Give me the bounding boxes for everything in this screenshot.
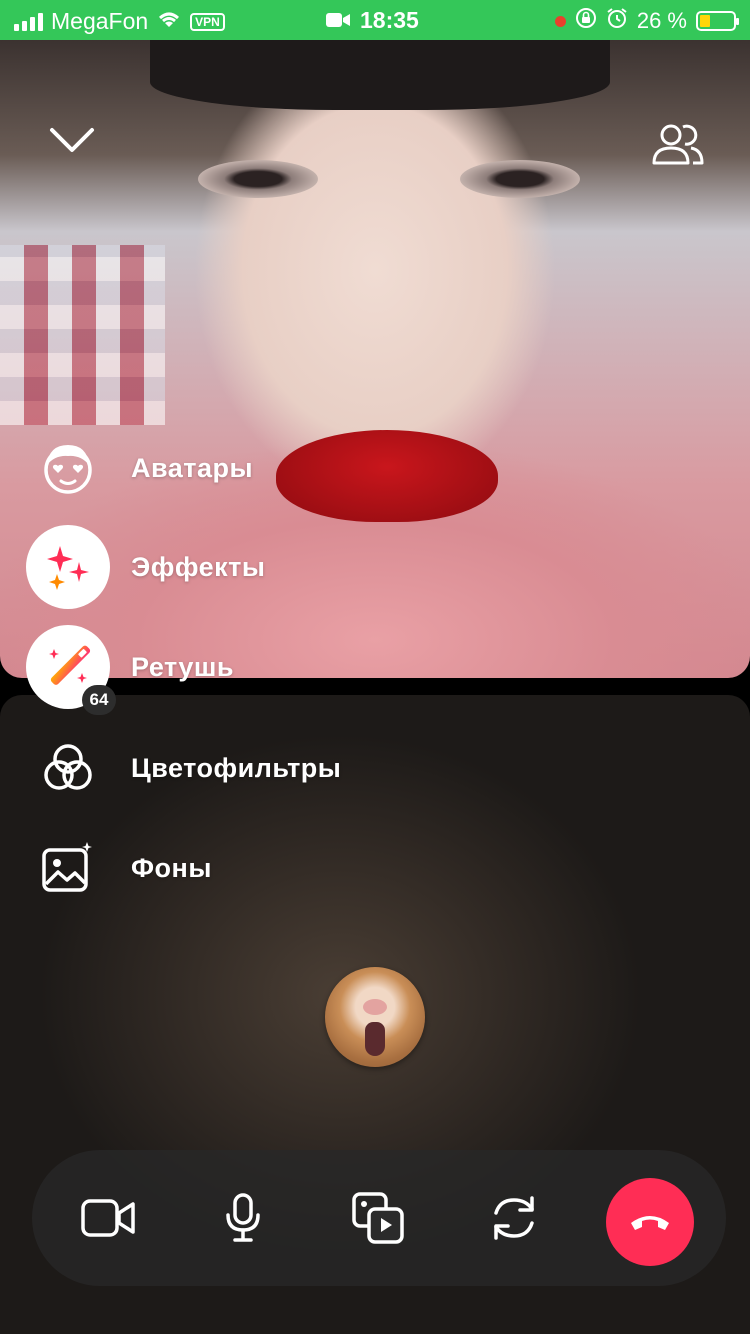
self-view-pip[interactable] [325,967,425,1067]
chevron-down-icon [50,128,94,152]
clock: 18:35 [360,7,419,33]
menu-label-color-filters: Цветофильтры [131,752,342,783]
battery-percent: 26 % [636,8,687,33]
switch-camera-button[interactable] [476,1180,552,1256]
backgrounds-icon [26,826,110,910]
battery-charging-icon [696,11,739,31]
status-right: 26 % [554,7,739,35]
video-camera-icon [326,7,350,34]
menu-item-color-filters[interactable]: Цветофильтры [0,726,420,810]
menu-label-retouch: Ретушь [131,651,235,682]
microphone-button[interactable] [205,1180,281,1256]
sparkles-icon [26,525,110,609]
status-left: MegaFon VPN [14,8,225,35]
participants-icon [652,124,704,165]
retouch-count-badge: 64 [82,685,116,715]
carrier-name: MegaFon [51,8,149,34]
orientation-lock-icon [575,7,597,35]
camera-icon [81,1199,135,1237]
participants-button[interactable] [648,114,708,174]
vpn-badge: VPN [190,12,225,31]
end-call-button[interactable] [606,1178,694,1266]
switch-camera-icon [494,1196,534,1240]
menu-label-backgrounds: Фоны [131,852,212,883]
hair [150,40,610,110]
screen-share-icon [352,1192,404,1244]
menu-item-effects[interactable]: Эффекты [0,525,420,609]
menu-item-avatars[interactable]: Аватары [0,426,420,510]
color-filters-icon [26,726,110,810]
background-blanket [0,245,165,425]
left-eye [198,160,318,198]
pip-nose [363,999,387,1015]
end-call-icon [631,1216,669,1230]
avatar-face-icon [26,426,110,510]
recording-dot-icon [554,15,566,27]
signal-icon [14,12,43,31]
right-eye [460,160,580,198]
menu-label-avatars: Аватары [131,452,254,483]
menu-item-retouch[interactable]: Ретушь [0,625,420,709]
menu-item-backgrounds[interactable]: Фоны [0,826,420,910]
collapse-button[interactable] [46,114,98,166]
status-center: 18:35 [326,7,419,34]
screen-share-button[interactable] [340,1180,416,1256]
menu-label-effects: Эффекты [131,551,266,582]
status-bar: MegaFon VPN 18:35 26 % [0,0,750,40]
wifi-icon [156,9,182,35]
camera-button[interactable] [70,1180,146,1256]
pip-mouth [365,1022,385,1056]
alarm-icon [606,7,628,35]
microphone-icon [226,1193,260,1242]
